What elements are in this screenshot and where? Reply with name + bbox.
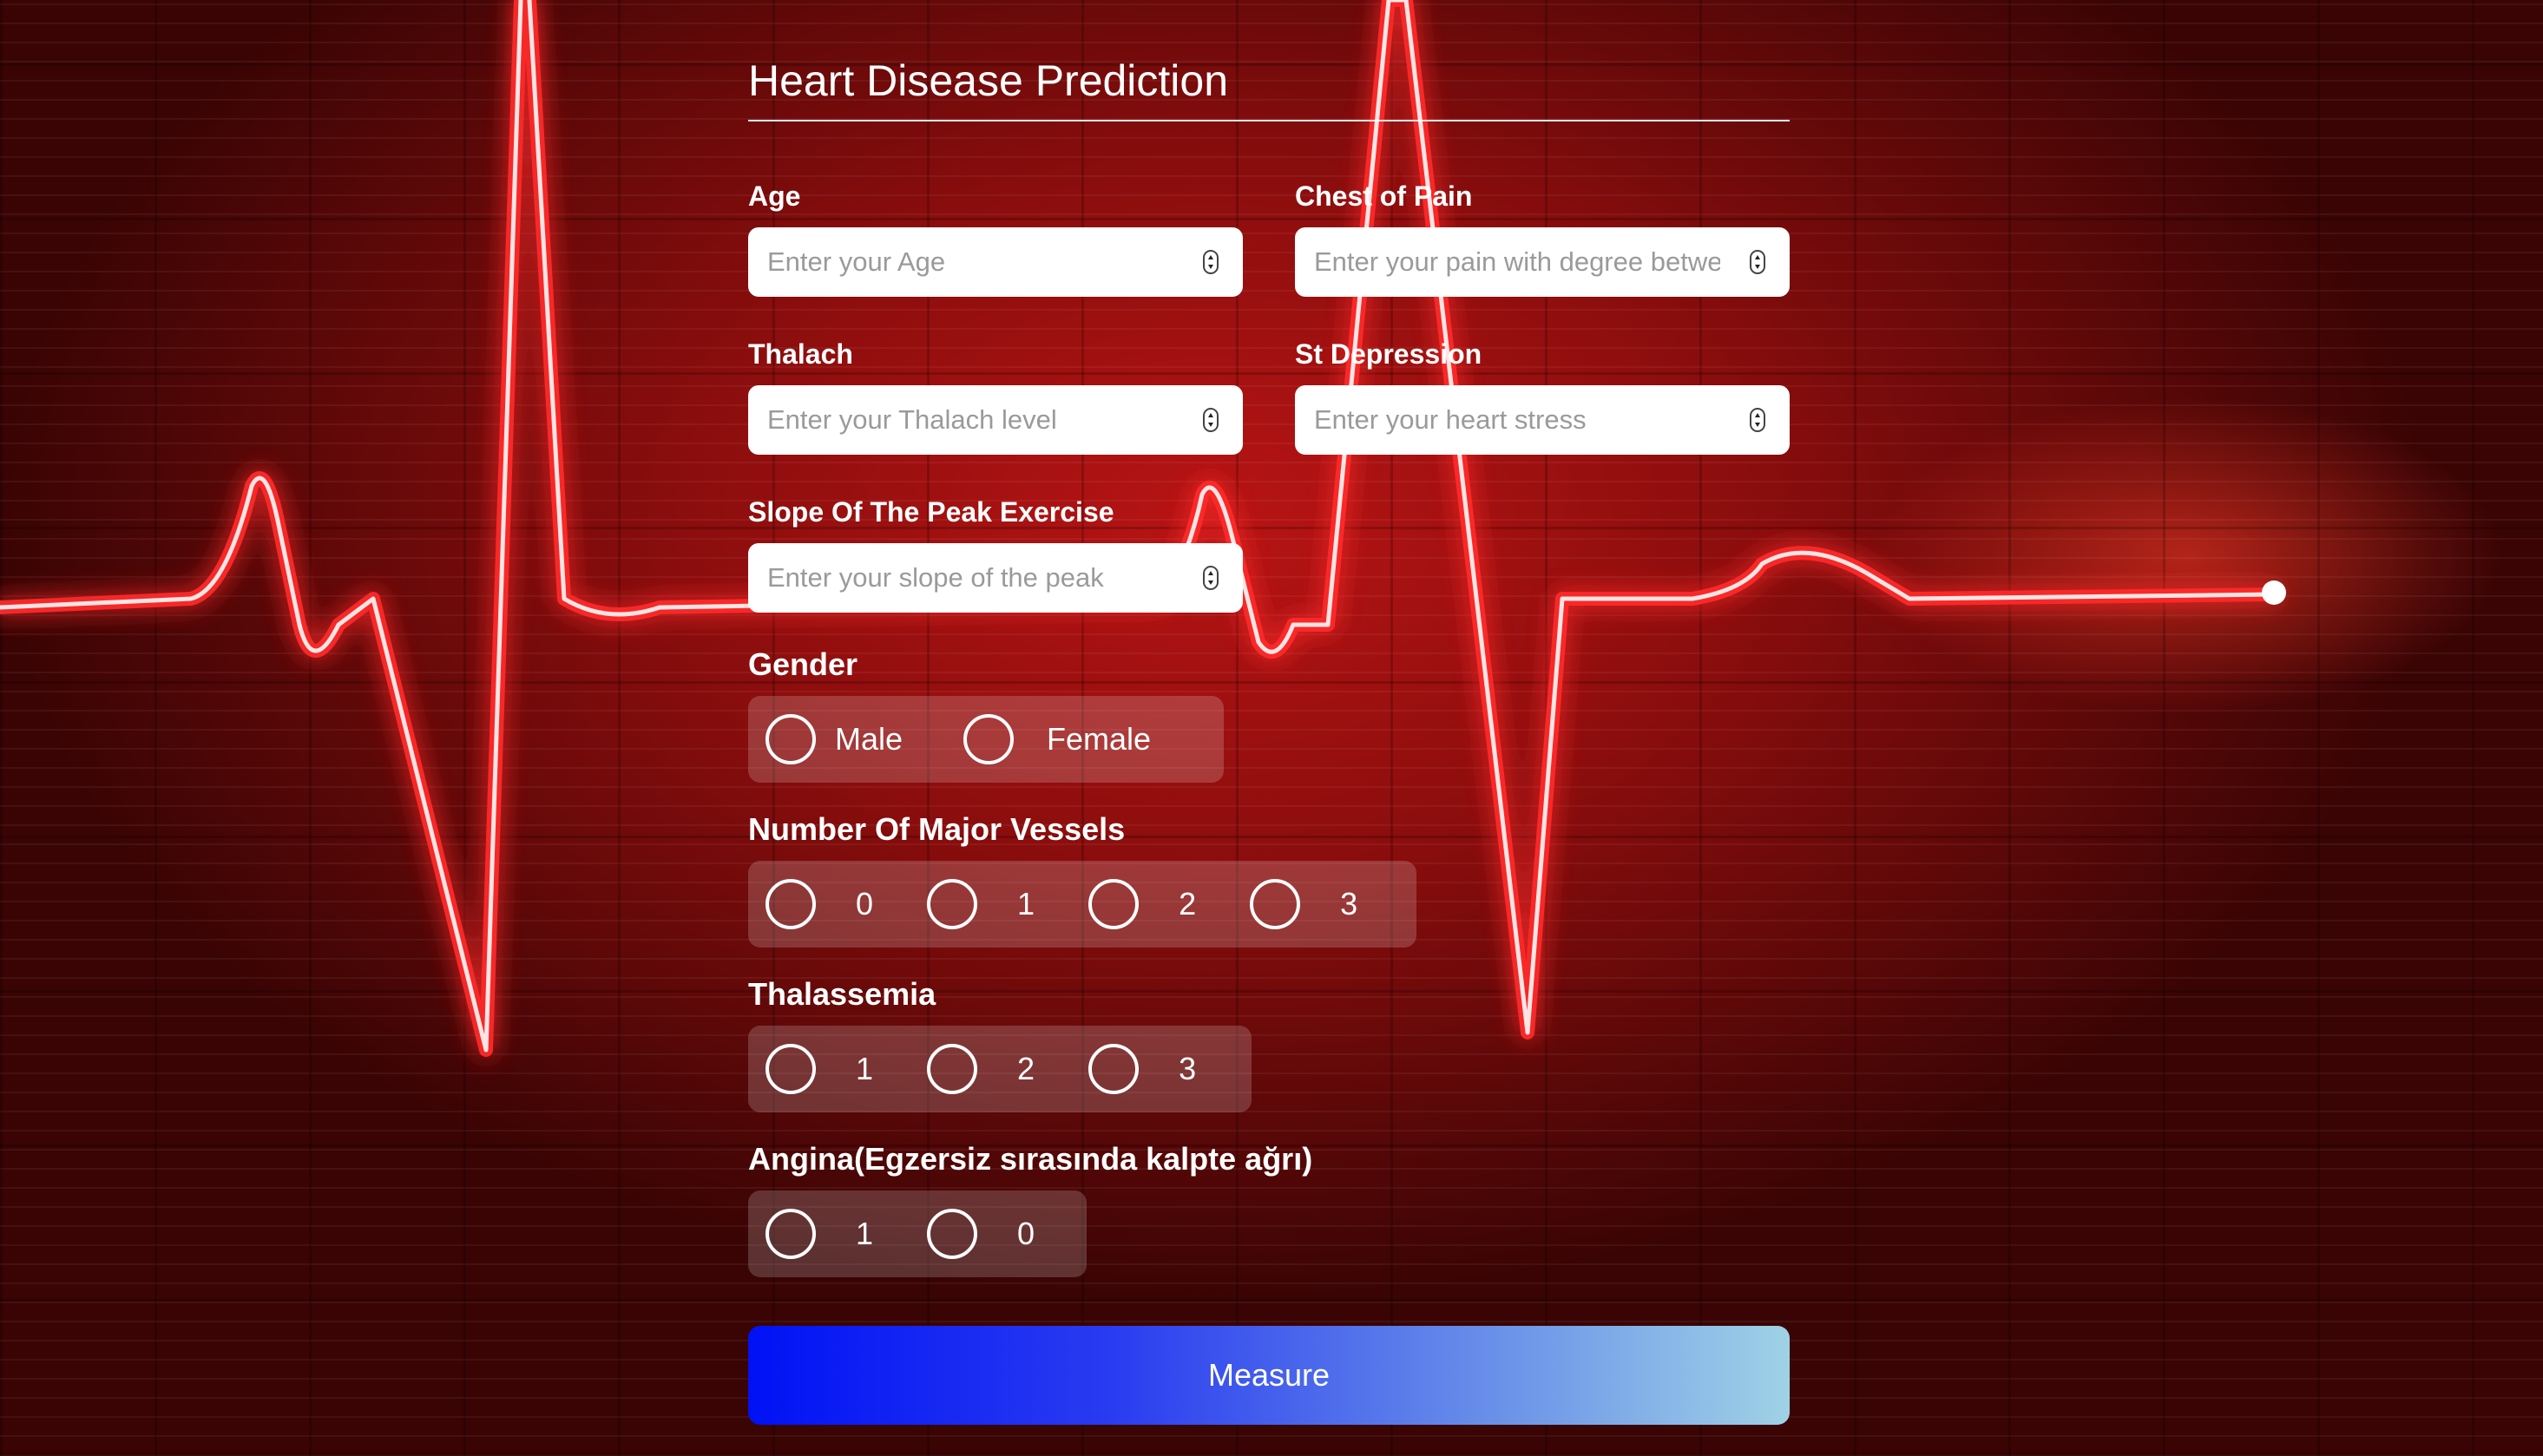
thalassemia-label: Thalassemia xyxy=(748,976,936,1012)
option-label: 3 xyxy=(1340,886,1358,921)
radio-button[interactable] xyxy=(963,714,1015,764)
radio-button[interactable] xyxy=(766,879,816,929)
thalassemia-option-2[interactable]: 2 xyxy=(927,1044,1035,1094)
chest-pain-input-box xyxy=(1295,227,1790,297)
radio-button[interactable] xyxy=(766,1209,816,1259)
age-label: Age xyxy=(748,180,801,212)
vessels-option-3[interactable]: 3 xyxy=(1250,879,1357,929)
angina-label: Angina(Egzersiz sırasında kalpte ağrı) xyxy=(748,1141,1313,1177)
radio-button[interactable] xyxy=(927,1209,978,1259)
st-depression-label: St Depression xyxy=(1295,338,1482,370)
option-label: 1 xyxy=(1017,886,1035,921)
radio-button[interactable] xyxy=(927,879,978,929)
option-label: 1 xyxy=(856,1051,874,1086)
option-label: 0 xyxy=(1017,1216,1035,1251)
chest-pain-label: Chest of Pain xyxy=(1295,180,1473,212)
option-label: Female xyxy=(1047,721,1152,757)
vessels-radio-group: 0 1 2 3 xyxy=(748,861,1416,948)
radio-button[interactable] xyxy=(1088,879,1140,929)
slope-label: Slope Of The Peak Exercise xyxy=(748,496,1114,528)
thalach-input-box xyxy=(748,385,1243,455)
page-title: Heart Disease Prediction xyxy=(748,52,1790,121)
st-depression-input-box xyxy=(1295,385,1790,455)
angina-radio-group: 1 0 xyxy=(748,1190,1087,1277)
slope-input-box xyxy=(748,543,1243,613)
prediction-form: Heart Disease Prediction Age Chest of Pa… xyxy=(748,52,1790,1425)
vessels-label: Number Of Major Vessels xyxy=(748,811,1126,847)
age-input-box xyxy=(748,227,1243,297)
vessels-option-2[interactable]: 2 xyxy=(1088,879,1196,929)
number-spinner-icon[interactable] xyxy=(1203,566,1219,590)
age-field: Age xyxy=(748,180,1243,297)
number-spinner-icon[interactable] xyxy=(1750,250,1765,274)
radio-button[interactable] xyxy=(1250,879,1301,929)
gender-radio-group: Male Female xyxy=(748,696,1224,783)
number-spinner-icon[interactable] xyxy=(1750,408,1765,432)
option-label: 1 xyxy=(856,1216,874,1251)
radio-button[interactable] xyxy=(766,714,816,764)
input-grid: Age Chest of Pain Thalach St Depression xyxy=(748,180,1790,647)
option-label: 2 xyxy=(1017,1051,1035,1086)
gender-option-female[interactable]: Female xyxy=(963,714,1151,764)
thalach-label: Thalach xyxy=(748,338,853,370)
option-label: 0 xyxy=(856,886,874,921)
thalassemia-option-3[interactable]: 3 xyxy=(1088,1044,1196,1094)
radio-button[interactable] xyxy=(1088,1044,1140,1094)
gender-label: Gender xyxy=(748,646,858,682)
option-label: 2 xyxy=(1179,886,1197,921)
option-label: 3 xyxy=(1179,1051,1197,1086)
thalach-input[interactable] xyxy=(748,385,1173,455)
st-depression-field: St Depression xyxy=(1295,338,1790,455)
age-input[interactable] xyxy=(748,227,1173,297)
chest-pain-input[interactable] xyxy=(1295,227,1720,297)
radio-button[interactable] xyxy=(927,1044,978,1094)
radio-button[interactable] xyxy=(766,1044,816,1094)
vessels-option-0[interactable]: 0 xyxy=(766,879,873,929)
vessels-option-1[interactable]: 1 xyxy=(927,879,1035,929)
angina-option-0[interactable]: 0 xyxy=(927,1209,1035,1259)
slope-field: Slope Of The Peak Exercise xyxy=(748,496,1243,613)
thalassemia-radio-group: 1 2 3 xyxy=(748,1026,1252,1112)
measure-button[interactable]: Measure xyxy=(748,1326,1790,1425)
angina-option-1[interactable]: 1 xyxy=(766,1209,873,1259)
thalassemia-option-1[interactable]: 1 xyxy=(766,1044,873,1094)
number-spinner-icon[interactable] xyxy=(1203,408,1219,432)
st-depression-input[interactable] xyxy=(1295,385,1720,455)
thalach-field: Thalach xyxy=(748,338,1243,455)
chest-pain-field: Chest of Pain xyxy=(1295,180,1790,297)
gender-option-male[interactable]: Male xyxy=(766,714,903,764)
number-spinner-icon[interactable] xyxy=(1203,250,1219,274)
slope-input[interactable] xyxy=(748,543,1173,613)
option-label: Male xyxy=(835,721,904,757)
ecg-end-dot xyxy=(2262,580,2286,605)
